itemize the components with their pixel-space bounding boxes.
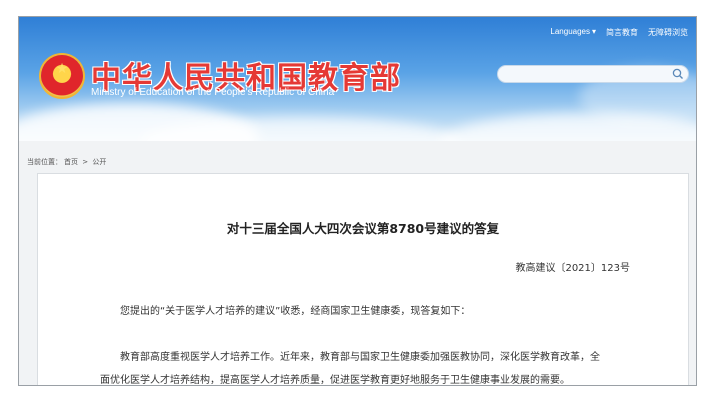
breadcrumb-separator: > <box>82 158 89 166</box>
document-number: 教高建议〔2021〕123号 <box>515 263 630 274</box>
search-icon[interactable] <box>672 68 684 80</box>
accessibility-link[interactable]: 无障碍浏览 <box>648 27 688 38</box>
paragraph: 教育部高度重视医学人才培养工作。近年来，教育部与国家卫生健康委加强医教协同，深化… <box>120 352 600 363</box>
simplified-education-link[interactable]: 简言教育 <box>606 27 638 38</box>
paragraph: 您提出的“关于医学人才培养的建议”收悉，经商国家卫生健康委，现答复如下： <box>120 306 471 317</box>
search-input[interactable] <box>506 67 670 83</box>
breadcrumb-label: 当前位置： <box>27 158 62 166</box>
site-subtitle: Ministry of Education of the People's Re… <box>91 87 335 98</box>
breadcrumb-public-link[interactable]: 公开 <box>92 158 106 166</box>
top-links: Languages ▾ 简言教育 无障碍浏览 <box>550 27 688 38</box>
document-title: 对十三届全国人大四次会议第8780号建议的答复 <box>226 221 500 236</box>
breadcrumb-home-link[interactable]: 首页 <box>64 158 78 166</box>
languages-link[interactable]: Languages <box>550 27 590 38</box>
paragraph: 面优化医学人才培养结构，提高医学人才培养质量，促进医学教育更好地服务于卫生健康事… <box>100 375 570 386</box>
emblem-star: ★ <box>55 61 69 77</box>
article-content: 对十三届全国人大四次会议第8780号建议的答复 教高建议〔2021〕123号 您… <box>37 173 689 386</box>
breadcrumb: 当前位置： 首页 > 公开 <box>27 157 108 167</box>
browser-viewport: ★ 中华人民共和国教育部 Ministry of Education of th… <box>18 16 697 386</box>
search-box[interactable] <box>497 65 689 83</box>
chevron-down-icon[interactable]: ▾ <box>592 27 596 38</box>
site-banner: ★ 中华人民共和国教育部 Ministry of Education of th… <box>19 17 696 141</box>
